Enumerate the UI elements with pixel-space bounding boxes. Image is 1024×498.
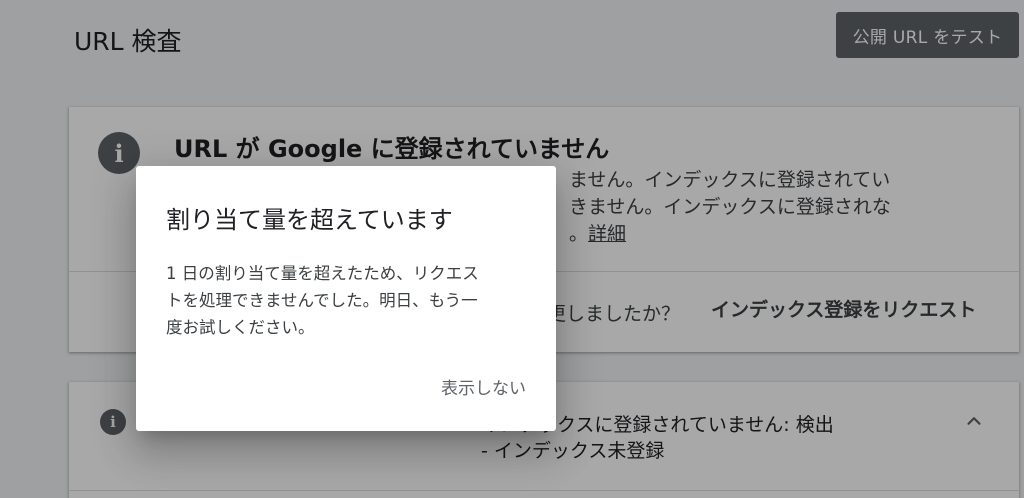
dialog-message-line: 度お試しください。 xyxy=(166,318,315,337)
dialog-message-line: トを処理できませんでした。明日、もう一 xyxy=(166,291,478,310)
quota-exceeded-dialog: 割り当て量を超えています 1 日の割り当て量を超えたため、リクエス トを処理でき… xyxy=(136,166,556,431)
dialog-title: 割り当て量を超えています xyxy=(166,206,453,234)
dialog-message: 1 日の割り当て量を超えたため、リクエス トを処理できませんでした。明日、もう一… xyxy=(166,260,541,341)
dialog-message-line: 1 日の割り当て量を超えたため、リクエス xyxy=(166,264,479,283)
dismiss-button[interactable]: 表示しない xyxy=(435,370,532,403)
